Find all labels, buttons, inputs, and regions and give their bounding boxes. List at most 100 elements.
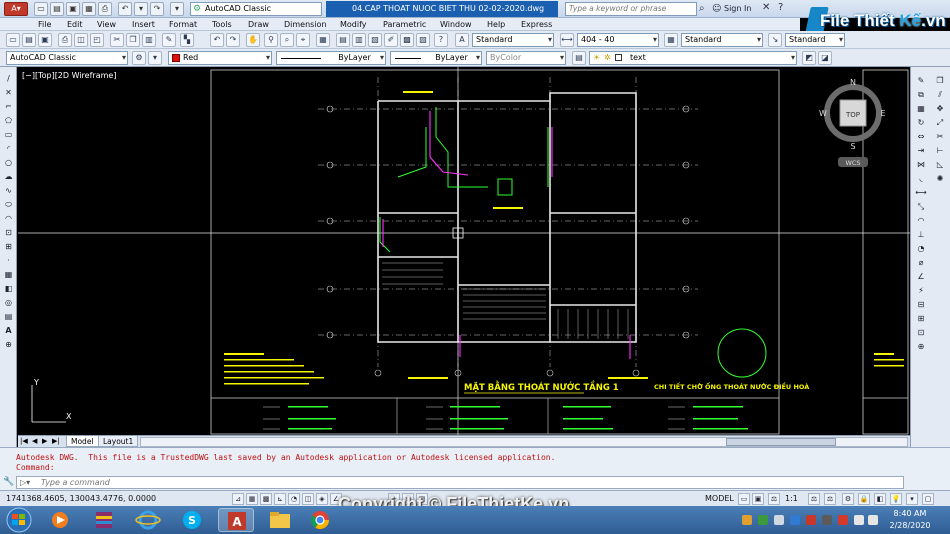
isolate-objects-icon[interactable]: 💡	[890, 493, 902, 505]
menu-help[interactable]: Help	[487, 18, 505, 31]
menu-file[interactable]: File	[38, 18, 51, 31]
viewcube-south[interactable]: S	[850, 142, 855, 151]
horizontal-scrollbar[interactable]	[140, 437, 908, 447]
menu-view[interactable]: View	[97, 18, 116, 31]
auto-scale-icon[interactable]: ⚖	[824, 493, 836, 505]
binoculars-icon[interactable]: ⌕	[699, 3, 705, 14]
save-icon-2[interactable]: ▣	[38, 33, 52, 47]
save-as-icon[interactable]: ▦	[82, 2, 96, 16]
workspace-settings-icon-2[interactable]: ▾	[148, 51, 162, 65]
viewport-controls[interactable]: [−][Top][2D Wireframe]	[22, 71, 116, 80]
menu-format[interactable]: Format	[169, 18, 197, 31]
linetype-dropdown[interactable]: ByLayer	[276, 51, 386, 65]
command-input[interactable]	[41, 477, 841, 488]
help-toolbar-icon[interactable]: ?	[434, 33, 448, 47]
keyword-search-input[interactable]: Type a keyword or phrase	[565, 2, 697, 16]
dim-diameter-icon[interactable]: ⌀	[914, 257, 928, 269]
exchange-icon[interactable]: ✕	[762, 2, 770, 13]
table-style-dropdown[interactable]: Standard	[681, 33, 763, 47]
continue-icon[interactable]: ⊞	[914, 313, 928, 325]
revcloud-icon[interactable]: ☁	[2, 171, 15, 183]
menu-window[interactable]: Window	[440, 18, 472, 31]
polygon-icon[interactable]: ⬠	[2, 115, 15, 127]
annotation-visibility-icon[interactable]: ⚖	[808, 493, 820, 505]
cut-icon[interactable]: ✂	[110, 33, 124, 47]
customize-icon[interactable]: 🔧	[3, 477, 14, 487]
dim-arc-icon[interactable]: ◠	[914, 215, 928, 227]
gradient-icon[interactable]: ◧	[2, 283, 15, 295]
mtext-icon[interactable]: A	[2, 325, 15, 337]
dim-style-dropdown[interactable]: 404 - 40	[577, 33, 659, 47]
baseline-icon[interactable]: ⊟	[914, 299, 928, 311]
quick-access-dropdown-icon[interactable]: ▾	[170, 2, 184, 16]
design-center-icon[interactable]: ▤	[336, 33, 350, 47]
join-icon[interactable]: ⋈	[914, 159, 928, 171]
match-properties-icon[interactable]: ✎	[162, 33, 176, 47]
clock-time[interactable]: 8:40 AM	[880, 509, 940, 518]
viewcube-west[interactable]: W	[819, 109, 827, 118]
ellipse-icon[interactable]: ⬭	[2, 199, 15, 211]
array-icon[interactable]: ▦	[914, 103, 928, 115]
polyline-icon[interactable]: ⌐	[2, 101, 15, 113]
arc-icon[interactable]: ◜	[2, 143, 15, 155]
clean-screen-icon[interactable]: ▢	[922, 493, 934, 505]
multileader-style-icon[interactable]: ↘	[768, 33, 782, 47]
tolerance-icon[interactable]: ⊡	[914, 327, 928, 339]
start-button[interactable]	[2, 507, 36, 533]
tab-prev-icon[interactable]: ◀	[32, 436, 37, 447]
layer-properties-icon[interactable]: ▤	[572, 51, 586, 65]
hardware-acceleration-icon[interactable]: ◧	[874, 493, 886, 505]
tab-layout1[interactable]: Layout1	[98, 436, 139, 447]
offset-icon[interactable]: ⫽	[933, 89, 947, 101]
tab-next-icon[interactable]: ▶	[42, 436, 47, 447]
block-editor-icon[interactable]: ▚	[180, 33, 194, 47]
quick-view-drawings-icon[interactable]: ▣	[752, 493, 764, 505]
menu-tools[interactable]: Tools	[212, 18, 232, 31]
line-icon[interactable]: /	[2, 73, 15, 85]
text-style-icon[interactable]: A	[455, 33, 469, 47]
print-icon[interactable]: ⎙	[58, 33, 72, 47]
workspace-switch-icon[interactable]: ⚙	[842, 493, 854, 505]
taskbar-skype[interactable]: S	[174, 508, 210, 532]
ellipse-arc-icon[interactable]: ◠	[2, 213, 15, 225]
tray-security-icon[interactable]	[758, 515, 768, 525]
menu-parametric[interactable]: Parametric	[383, 18, 426, 31]
multileader-style-dropdown[interactable]: Standard	[785, 33, 845, 47]
plot-icon[interactable]: ⎙	[98, 2, 112, 16]
dim-aligned-icon[interactable]: ⤡	[914, 201, 928, 213]
tray-flag-icon[interactable]	[822, 515, 832, 525]
erase-icon[interactable]: ✎	[914, 75, 928, 87]
tray-signal-icon[interactable]	[854, 515, 864, 525]
tool-palettes-icon[interactable]: ▥	[352, 33, 366, 47]
viewcube-north[interactable]: N	[850, 78, 856, 87]
layer-dropdown[interactable]: ☀ ✲ text	[589, 51, 797, 65]
tray-network-icon[interactable]	[790, 515, 800, 525]
undo-icon[interactable]: ↶	[118, 2, 132, 16]
dim-ordinate-icon[interactable]: ⊥	[914, 229, 928, 241]
workspace-settings-icon[interactable]: ⚙	[132, 51, 146, 65]
hatch-icon[interactable]: ▦	[2, 269, 15, 281]
infer-constraints-icon[interactable]: ⊿	[232, 493, 244, 505]
copy-object-icon[interactable]: ❐	[933, 75, 947, 87]
table-icon[interactable]: ▤	[2, 311, 15, 323]
lineweight-dropdown[interactable]: ByLayer	[390, 51, 482, 65]
copy-icon[interactable]: ❐	[126, 33, 140, 47]
menu-dimension[interactable]: Dimension	[284, 18, 327, 31]
sign-in-button[interactable]: ☺ Sign In	[712, 2, 751, 16]
snap-mode-icon[interactable]: ▦	[246, 493, 258, 505]
horizontal-scroll-thumb[interactable]	[726, 438, 836, 446]
dim-style-icon[interactable]: ⟷	[560, 33, 574, 47]
region-icon[interactable]: ◎	[2, 297, 15, 309]
open-icon[interactable]: ▤	[22, 33, 36, 47]
grid-display-icon[interactable]: ▩	[260, 493, 272, 505]
tray-app-icon[interactable]	[806, 515, 816, 525]
preview-icon[interactable]: ◫	[74, 33, 88, 47]
quickcalc-icon[interactable]: ▨	[416, 33, 430, 47]
taskbar-internet-explorer[interactable]	[130, 508, 166, 532]
break-icon[interactable]: ⊢	[933, 145, 947, 157]
color-dropdown[interactable]: Red	[168, 51, 272, 65]
status-menu-icon[interactable]: ▾	[906, 493, 918, 505]
viewcube-east[interactable]: E	[880, 109, 885, 118]
drawing-canvas[interactable]: MẶT BẰNG THOÁT NƯỚC TẦNG 1 CHI TIẾT CHỜ …	[18, 67, 910, 435]
properties-icon[interactable]: ▦	[316, 33, 330, 47]
